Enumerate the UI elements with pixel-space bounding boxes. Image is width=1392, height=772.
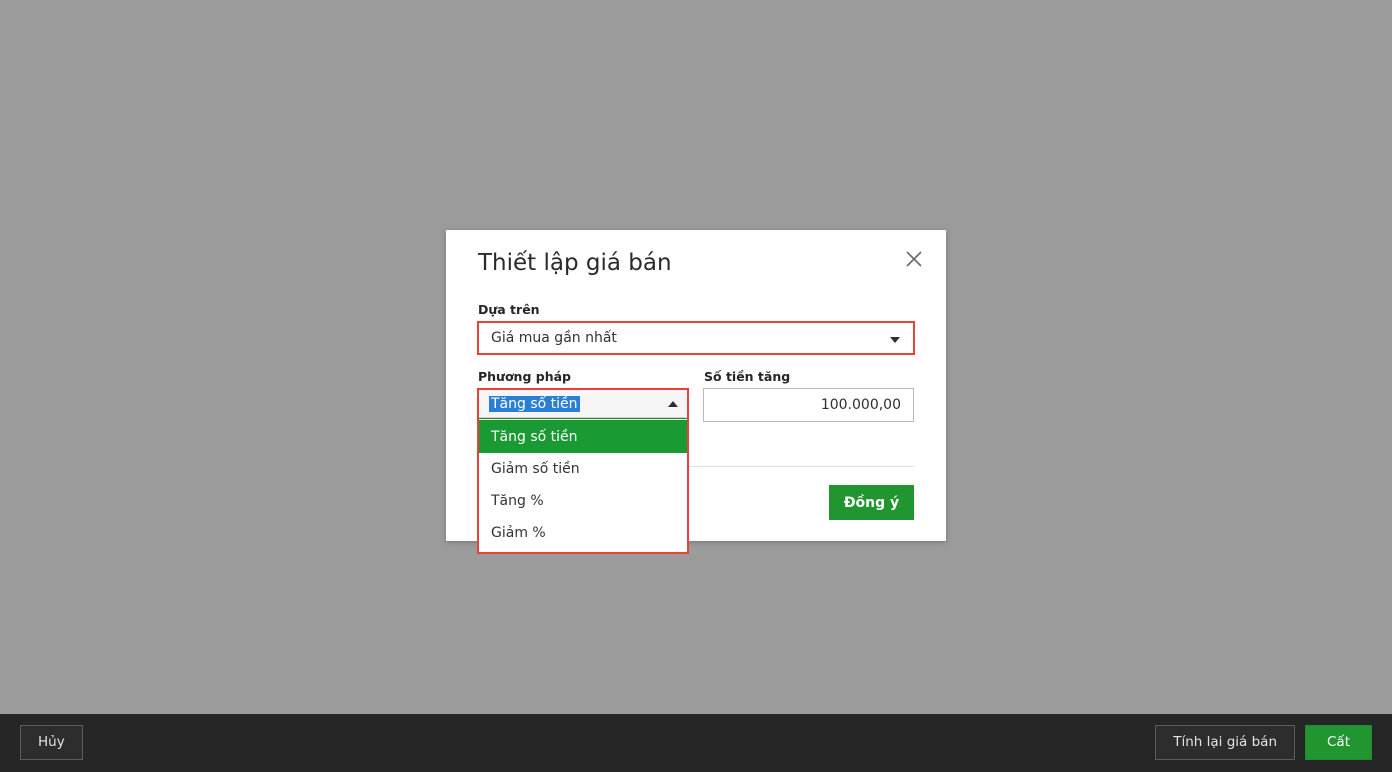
radio-label: Tất cả khách hàng (274, 150, 404, 167)
currency-label: Loại tiền (822, 152, 884, 167)
cell-actions (1287, 393, 1362, 434)
row-action-buttons: Thêm dòng Lấy lên tất cả hàng hóa Xóa hế… (37, 479, 480, 513)
chevron-up-icon (668, 400, 678, 407)
ma-hang-select-value: DH_LG24BTU (108, 445, 199, 461)
huy-button[interactable]: Hủy (20, 725, 83, 760)
sum-icon[interactable]: Σ (1061, 404, 1072, 423)
amount-label: Số tiền tăng (704, 369, 791, 384)
cell-chiet-khau[interactable]: 2,00 (1084, 433, 1288, 474)
chevron-down-icon (609, 185, 619, 191)
radio-dot-selected (248, 150, 266, 167)
method-option-list: Tăng số tiền Giảm số tiền Tăng % Giảm % (479, 421, 687, 549)
currency-select-value[interactable]: VND (822, 172, 953, 204)
from-date-label: Từ ngày (630, 86, 686, 101)
calendar-icon[interactable] (745, 113, 762, 130)
amount-input[interactable]: 100.000,00 (703, 388, 914, 422)
radio-label: Theo nhóm khách hàng (57, 150, 223, 167)
method-option-tang-phan-tram[interactable]: Tăng % (479, 485, 687, 517)
sum-icon[interactable]: Σ (1061, 444, 1072, 463)
from-date-input[interactable]: 01/07/2020 (630, 106, 760, 138)
customer-scope-radio-group: Theo nhóm khách hàng Tất cả khách hàng (31, 150, 404, 167)
footer-left-group: Hủy (20, 725, 83, 760)
cell-ma-hang[interactable]: DH_LG24BTU (86, 433, 297, 474)
description-label: Mô tả chi tiết (31, 179, 125, 194)
gia-ban-value: 12.100.000,00 (954, 406, 1054, 423)
trash-icon[interactable] (1317, 403, 1333, 419)
help-circle-icon[interactable]: ? (1298, 14, 1326, 42)
footer-toolbar: Hủy Tính lại giá bán Cất (0, 714, 1392, 772)
gia-ban-value: 24.100.000,00 (954, 446, 1054, 463)
header-icon-group: ? (1298, 14, 1370, 42)
col-ma-hang: MÃ HÀNG (86, 357, 297, 394)
method-select-value: Tăng số tiền (489, 395, 580, 412)
method-select-dropdown: Tăng số tiền Tăng số tiền Giảm số tiền T… (477, 388, 689, 554)
to-date-label: Đến ngày (771, 86, 838, 101)
table-action-buttons: Thiết lập giá bán Thiết lập chiết khấu (1040, 299, 1363, 333)
cell-index: 2 (40, 433, 88, 474)
cell-ma-hang[interactable]: DH_LG12BTU (86, 393, 297, 434)
policy-name-label: Tên chính sách (31, 86, 135, 101)
method-option-tang-so-tien[interactable]: Tăng số tiền (479, 421, 687, 453)
cell-actions (1287, 433, 1362, 474)
app-header: Xây dựng chính sách giá ? (0, 0, 1392, 58)
chiet-khau-input[interactable]: 2,00 (1091, 438, 1281, 468)
radio-dot-unselected (31, 150, 48, 167)
method-option-giam-phan-tram[interactable]: Giảm % (479, 517, 687, 549)
chevron-down-icon (801, 185, 811, 191)
dong-y-button[interactable]: Đồng ý (829, 485, 914, 520)
cell-index: 1 (40, 393, 88, 434)
col-index: # (40, 357, 88, 394)
method-label: Phương pháp (478, 369, 571, 384)
tinh-lai-gia-ban-button[interactable]: Tính lại giá bán (1155, 725, 1295, 760)
radio-tat-ca-khach-hang[interactable]: Tất cả khách hàng (248, 150, 404, 167)
col-chiet-khau: % CHIẾT KHẤU (1084, 357, 1288, 394)
method-select-trigger[interactable]: Tăng số tiền (479, 390, 687, 418)
chevron-down-icon (890, 337, 900, 343)
policy-name-input[interactable]: Chính sách khuyến mại cho khách hàng bán… (31, 106, 601, 138)
close-icon[interactable] (1342, 14, 1370, 42)
col-actions (1287, 357, 1362, 394)
method-option-giam-so-tien[interactable]: Giảm số tiền (479, 453, 687, 485)
dialog-close-icon[interactable] (900, 245, 928, 273)
unit-label: Đơn vị tính (630, 152, 708, 167)
footer-right-group: Tính lại giá bán Cất (1155, 725, 1372, 760)
based-on-select[interactable]: Giá mua gần nhất (477, 321, 915, 355)
price-table-title: Bảng giá hàng hóa (47, 294, 217, 315)
ma-hang-select[interactable]: DH_LG24BTU (95, 438, 268, 468)
thiet-lap-gia-ban-button[interactable]: Thiết lập giá bán (1040, 299, 1186, 333)
unit-select-value[interactable]: Đơn vị tính chính (630, 172, 810, 204)
cat-button[interactable]: Cất (1305, 725, 1372, 760)
radio-theo-nhom-khach-hang[interactable]: Theo nhóm khách hàng (31, 150, 222, 167)
based-on-label: Dựa trên (478, 302, 540, 317)
them-dong-button[interactable]: Thêm dòng (37, 479, 146, 513)
cell-chiet-khau[interactable]: 2,00 (1084, 393, 1288, 434)
trash-icon[interactable] (1317, 443, 1333, 459)
lay-len-tat-ca-hang-hoa-button[interactable]: Lấy lên tất cả hàng hóa (155, 479, 347, 513)
chevron-down-icon (247, 450, 258, 456)
based-on-select-value: Giá mua gần nhất (491, 330, 617, 346)
dialog-title: Thiết lập giá bán (478, 250, 672, 276)
search-input[interactable]: Nhập từ khóa tìm kiếm (210, 301, 450, 331)
thiet-lap-chiet-khau-button[interactable]: Thiết lập chiết khấu (1196, 299, 1363, 333)
calendar-icon[interactable] (604, 113, 621, 130)
svg-text:?: ? (1309, 21, 1315, 35)
to-date-input[interactable]: 31/07/2020 (771, 106, 901, 138)
page-title: Xây dựng chính sách giá (32, 12, 370, 41)
